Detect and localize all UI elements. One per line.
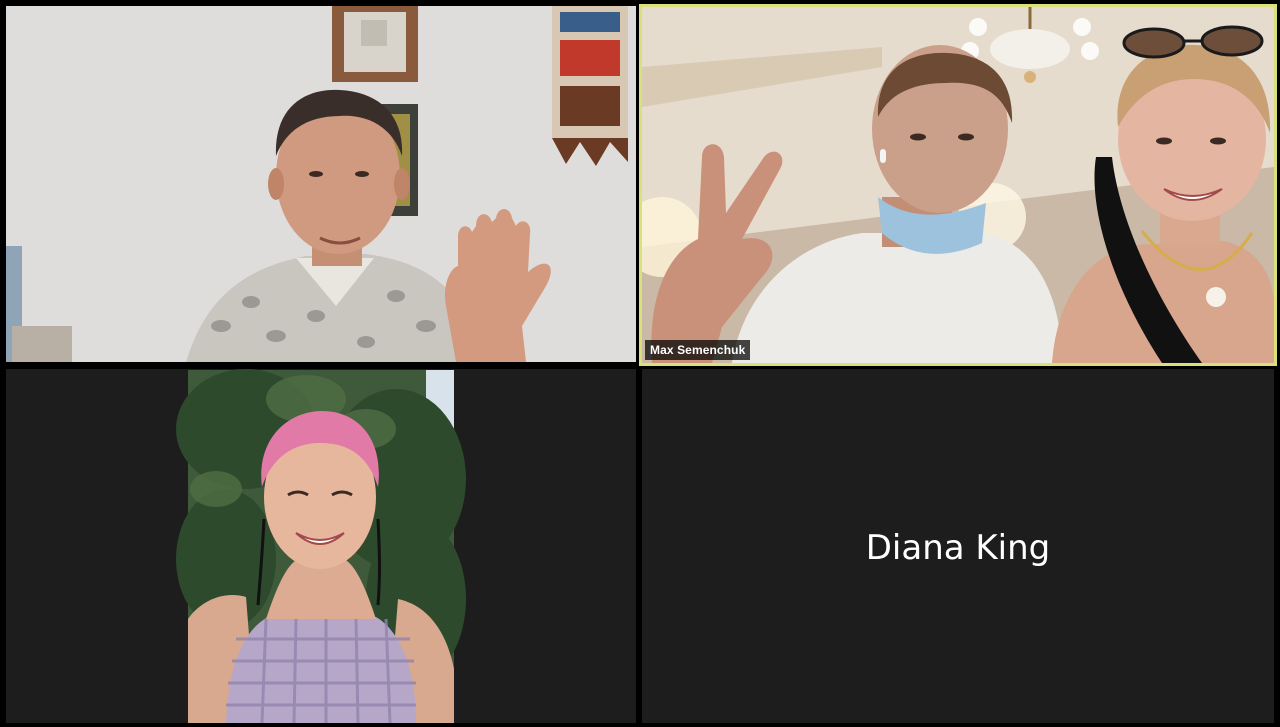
participant-display-name: Diana King bbox=[865, 528, 1051, 568]
video-feed-participant-2 bbox=[642, 7, 1274, 363]
video-tile-participant-2[interactable]: Max Semenchuk bbox=[639, 4, 1277, 366]
video-feed-participant-1 bbox=[6, 6, 636, 362]
participant-name-label: Max Semenchuk bbox=[645, 340, 751, 360]
video-tile-participant-1[interactable] bbox=[6, 6, 636, 362]
video-tile-participant-3[interactable] bbox=[6, 369, 636, 723]
video-tile-participant-4[interactable]: Diana King bbox=[642, 369, 1274, 723]
video-feed-participant-3 bbox=[6, 369, 636, 723]
